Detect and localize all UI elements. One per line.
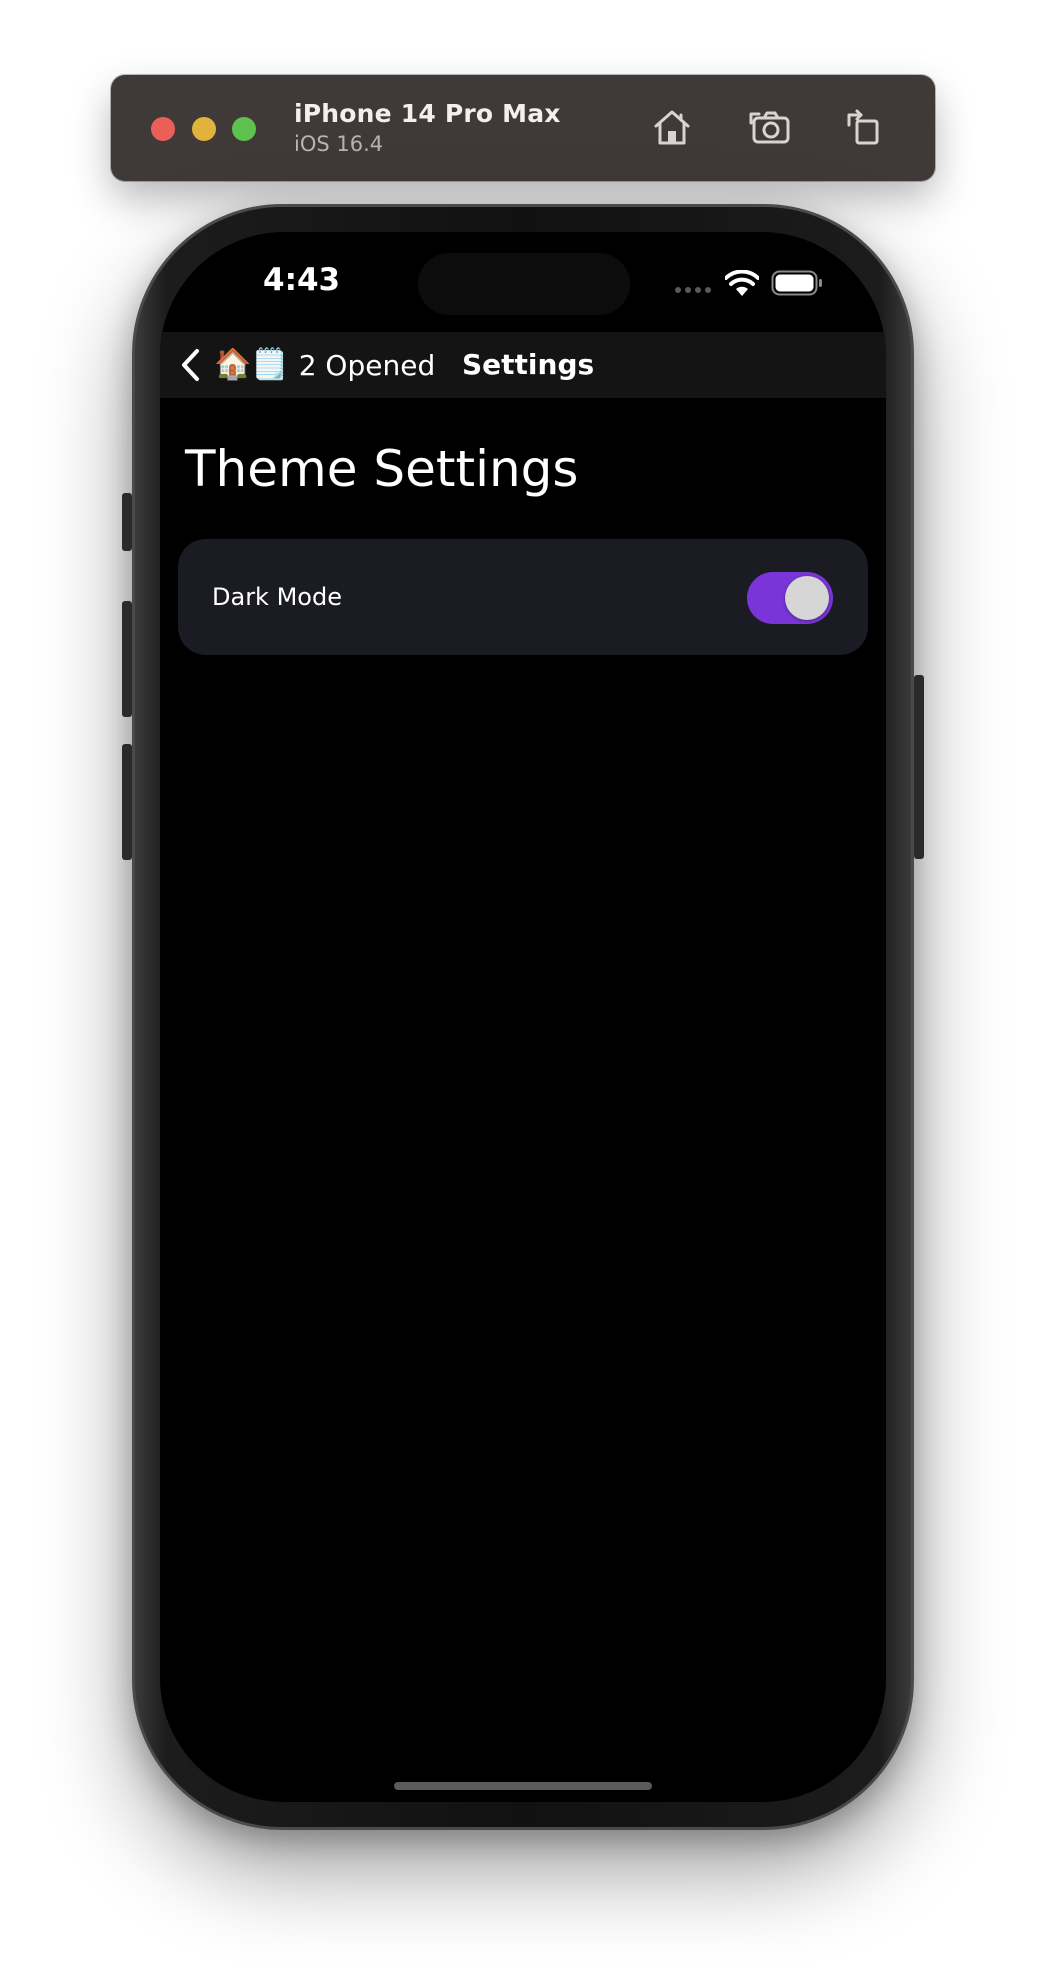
wifi-icon xyxy=(725,270,759,296)
toggle-knob xyxy=(785,576,829,620)
status-time: 4:43 xyxy=(263,262,341,298)
zoom-window-button[interactable] xyxy=(232,117,256,141)
close-window-button[interactable] xyxy=(151,117,175,141)
cellular-dots-icon xyxy=(675,287,711,293)
navigation-bar: 🏠🗒️ 2 Opened Settings xyxy=(160,332,886,398)
dynamic-island xyxy=(418,253,630,315)
setting-label: Dark Mode xyxy=(212,583,342,611)
volume-down-button xyxy=(122,744,132,860)
back-emoji-icons: 🏠🗒️ xyxy=(214,347,289,382)
setting-row-dark-mode: Dark Mode xyxy=(178,539,868,655)
back-button-label: 2 Opened xyxy=(298,348,436,382)
device-name: iPhone 14 Pro Max xyxy=(294,99,561,128)
home-indicator[interactable] xyxy=(394,1782,652,1790)
battery-icon xyxy=(771,270,822,296)
page-title: Theme Settings xyxy=(185,440,579,498)
screenshot-camera-icon[interactable] xyxy=(747,103,795,151)
silent-switch xyxy=(122,493,132,551)
volume-up-button xyxy=(122,601,132,717)
minimize-window-button[interactable] xyxy=(192,117,216,141)
device-os-version: iOS 16.4 xyxy=(294,132,384,156)
simulator-toolbar: iPhone 14 Pro Max iOS 16.4 xyxy=(111,75,935,181)
nav-title: Settings xyxy=(462,348,595,381)
rotate-icon[interactable] xyxy=(839,103,887,151)
home-icon[interactable] xyxy=(648,103,696,151)
back-button[interactable]: 🏠🗒️ 2 Opened xyxy=(178,332,435,398)
power-button xyxy=(914,675,924,859)
chevron-left-icon xyxy=(182,349,199,381)
dark-mode-toggle[interactable] xyxy=(747,572,833,624)
phone-screen: 4:43 🏠🗒️ 2 Opened Settings Theme Setting… xyxy=(160,232,886,1802)
